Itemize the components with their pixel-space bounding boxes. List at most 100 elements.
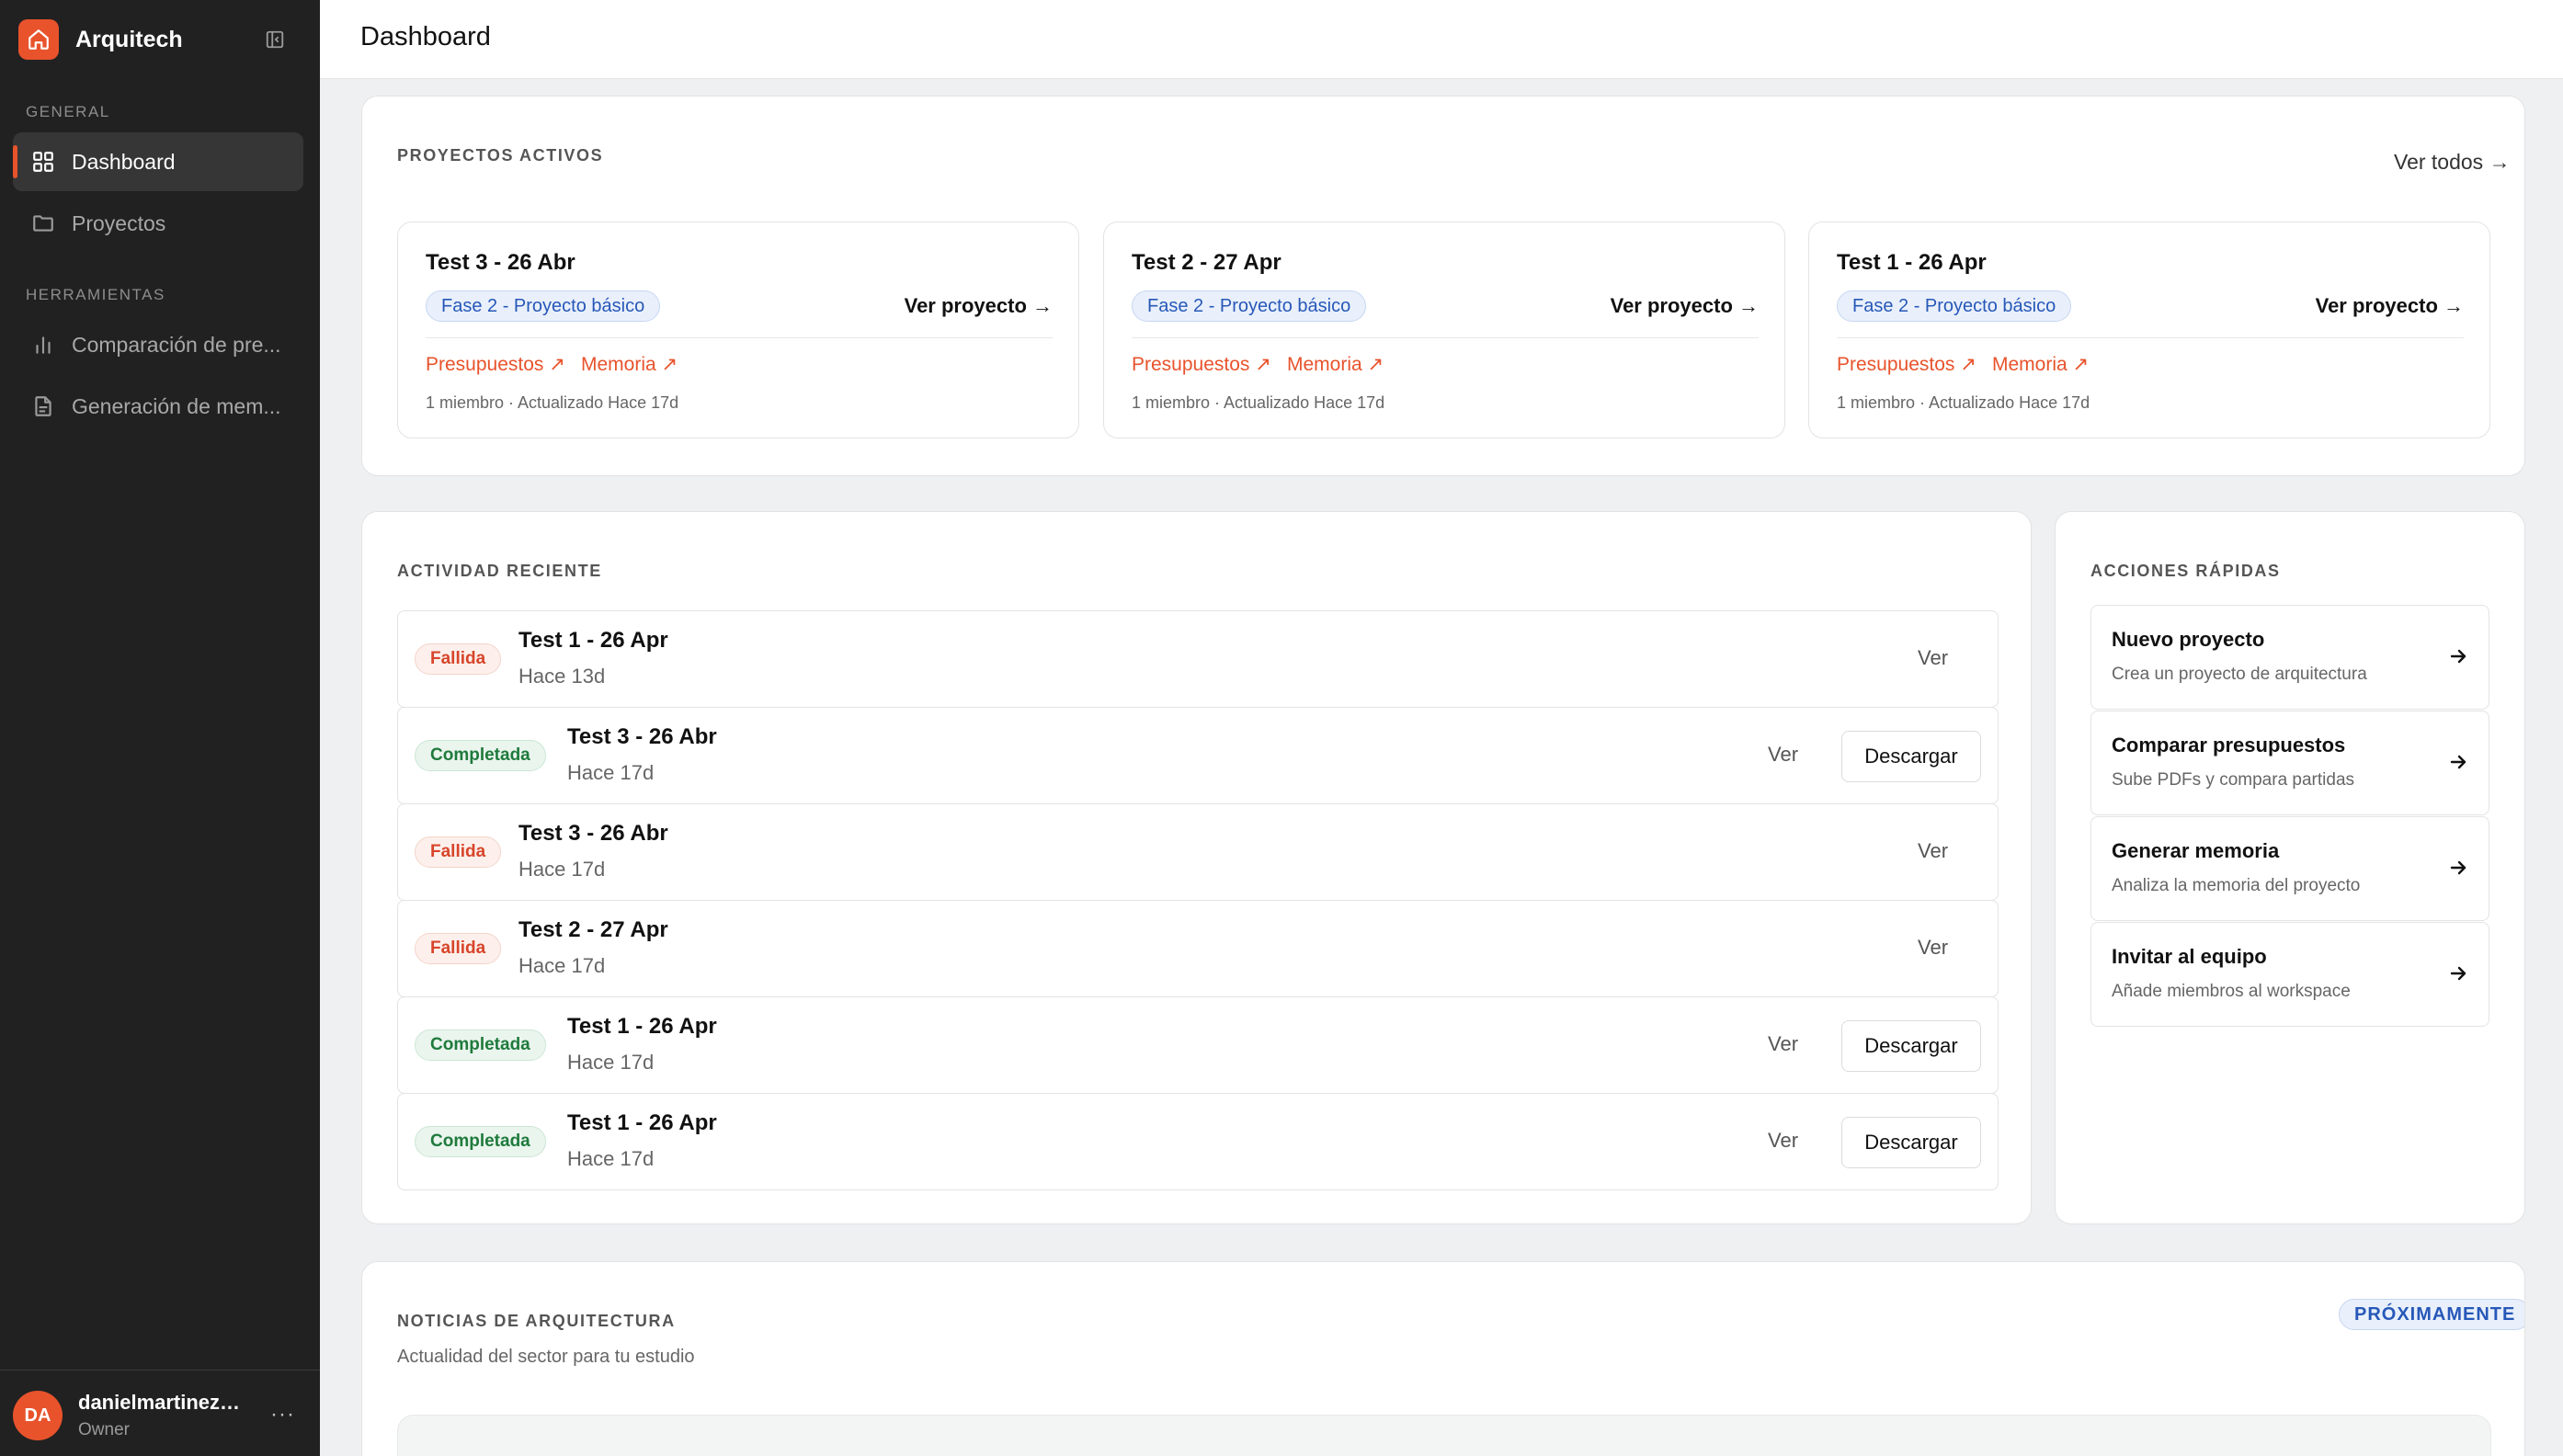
view-button[interactable]: Ver <box>1918 839 1948 863</box>
status-badge: Completada <box>415 740 546 771</box>
arrow-right-icon <box>2444 960 2472 987</box>
divider <box>1837 337 2464 338</box>
memory-link[interactable]: Memoria ↗ <box>1287 353 1384 376</box>
download-button[interactable]: Descargar <box>1841 731 1981 782</box>
divider <box>426 337 1053 338</box>
memory-link[interactable]: Memoria ↗ <box>581 353 678 376</box>
download-button[interactable]: Descargar <box>1841 1020 1981 1072</box>
news-placeholder <box>397 1415 2491 1456</box>
project-card[interactable]: Test 2 - 27 Apr Fase 2 - Proyecto básico… <box>1103 222 1785 438</box>
view-button[interactable]: Ver <box>1768 1129 1798 1153</box>
document-icon <box>29 392 57 420</box>
quick-action-desc: Crea un proyecto de arquitectura <box>2112 665 2367 684</box>
activity-row: Fallida Test 3 - 26 Abr Hace 17d Ver <box>397 803 1999 901</box>
user-role: Owner <box>78 1420 130 1439</box>
section-label-herramientas: HERRAMIENTAS <box>26 286 165 303</box>
activity-name: Test 2 - 27 Apr <box>518 917 668 942</box>
project-meta: 1 miembro · Actualizado Hace 17d <box>1837 393 2090 412</box>
news-subtitle: Actualidad del sector para tu estudio <box>397 1347 695 1367</box>
user-name: danielmartinezb... <box>78 1391 248 1414</box>
project-card[interactable]: Test 3 - 26 Abr Fase 2 - Proyecto básico… <box>397 222 1079 438</box>
activity-name: Test 1 - 26 Apr <box>567 1110 717 1135</box>
status-badge: Fallida <box>415 933 502 964</box>
folder-icon <box>29 210 57 237</box>
quick-action-invite-team[interactable]: Invitar al equipo Añade miembros al work… <box>2090 922 2489 1027</box>
arrow-right-icon <box>2444 643 2472 670</box>
sidebar-item-dashboard[interactable]: Dashboard <box>13 132 303 191</box>
quick-action-compare-budgets[interactable]: Comparar presupuestos Sube PDFs y compar… <box>2090 711 2489 815</box>
activity-name: Test 3 - 26 Abr <box>518 821 668 846</box>
activity-time: Hace 17d <box>567 1147 655 1170</box>
memory-link[interactable]: Memoria ↗ <box>1992 353 2089 376</box>
quick-action-desc: Analiza la memoria del proyecto <box>2112 876 2361 895</box>
activity-row: Fallida Test 1 - 26 Apr Hace 13d Ver <box>397 610 1999 708</box>
activity-row: Fallida Test 2 - 27 Apr Hace 17d Ver <box>397 900 1999 997</box>
activity-row: Completada Test 3 - 26 Abr Hace 17d Ver … <box>397 707 1999 804</box>
view-project-link[interactable]: Ver proyecto → <box>2316 294 2464 318</box>
activity-time: Hace 17d <box>567 761 655 784</box>
recent-activity-title: ACTIVIDAD RECIENTE <box>397 562 602 580</box>
page-title: Dashboard <box>360 22 491 51</box>
quick-action-desc: Sube PDFs y compara partidas <box>2112 770 2355 790</box>
sidebar-collapse-icon[interactable] <box>261 26 289 53</box>
activity-name: Test 1 - 26 Apr <box>567 1014 717 1039</box>
activity-name: Test 3 - 26 Abr <box>567 724 717 749</box>
arrow-right-icon <box>2444 748 2472 776</box>
quick-actions-title: ACCIONES RÁPIDAS <box>2090 562 2281 580</box>
bar-chart-icon <box>29 331 57 358</box>
view-button[interactable]: Ver <box>1768 743 1798 767</box>
budgets-link[interactable]: Presupuestos ↗ <box>426 353 565 376</box>
coming-soon-badge: PRÓXIMAMENTE <box>2339 1299 2524 1330</box>
news-card: NOTICIAS DE ARQUITECTURA PRÓXIMAMENTE Ac… <box>361 1261 2525 1456</box>
news-title: NOTICIAS DE ARQUITECTURA <box>397 1312 676 1330</box>
top-header: Dashboard <box>320 0 2563 79</box>
project-card[interactable]: Test 1 - 26 Apr Fase 2 - Proyecto básico… <box>1808 222 2490 438</box>
budgets-link[interactable]: Presupuestos ↗ <box>1837 353 1976 376</box>
download-button[interactable]: Descargar <box>1841 1117 1981 1168</box>
phase-badge: Fase 2 - Proyecto básico <box>1837 290 2072 322</box>
status-badge: Completada <box>415 1029 546 1061</box>
status-badge: Completada <box>415 1126 546 1157</box>
view-button[interactable]: Ver <box>1768 1032 1798 1056</box>
sidebar-item-proyectos[interactable]: Proyectos <box>13 194 303 253</box>
home-icon <box>18 19 59 60</box>
quick-action-generate-memory[interactable]: Generar memoria Analiza la memoria del p… <box>2090 816 2489 921</box>
sidebar-item-label: Dashboard <box>72 149 176 174</box>
status-badge: Fallida <box>415 643 502 675</box>
recent-activity-card: ACTIVIDAD RECIENTE Fallida Test 1 - 26 A… <box>361 511 2032 1224</box>
see-all-link[interactable]: Ver todos → <box>2394 150 2511 175</box>
activity-name: Test 1 - 26 Apr <box>518 628 668 653</box>
activity-row: Completada Test 1 - 26 Apr Hace 17d Ver … <box>397 996 1999 1094</box>
quick-action-title: Invitar al equipo <box>2112 945 2267 968</box>
quick-action-desc: Añade miembros al workspace <box>2112 982 2351 1001</box>
view-button[interactable]: Ver <box>1918 646 1948 670</box>
sidebar-item-comparacion[interactable]: Comparación de pre... <box>13 315 303 374</box>
phase-badge: Fase 2 - Proyecto básico <box>426 290 661 322</box>
quick-action-new-project[interactable]: Nuevo proyecto Crea un proyecto de arqui… <box>2090 605 2489 710</box>
activity-time: Hace 17d <box>518 954 606 977</box>
user-profile[interactable]: DA danielmartinezb... Owner ··· <box>0 1370 320 1456</box>
quick-action-title: Comparar presupuestos <box>2112 734 2346 756</box>
project-name: Test 3 - 26 Abr <box>426 250 575 275</box>
activity-time: Hace 17d <box>567 1051 655 1074</box>
project-name: Test 1 - 26 Apr <box>1837 250 1987 275</box>
brand[interactable]: Arquitech <box>18 18 183 61</box>
budgets-link[interactable]: Presupuestos ↗ <box>1132 353 1271 376</box>
status-badge: Fallida <box>415 836 502 868</box>
view-button[interactable]: Ver <box>1918 936 1948 960</box>
grid-icon <box>29 148 57 176</box>
activity-time: Hace 13d <box>518 665 606 688</box>
active-projects-card: PROYECTOS ACTIVOS Ver todos → Test 3 - 2… <box>361 96 2525 476</box>
view-project-link[interactable]: Ver proyecto → <box>1611 294 1759 318</box>
divider <box>1132 337 1759 338</box>
sidebar-item-label: Generación de mem... <box>72 393 281 418</box>
avatar: DA <box>13 1391 63 1440</box>
more-options-icon[interactable]: ··· <box>270 1402 295 1428</box>
project-name: Test 2 - 27 Apr <box>1132 250 1282 275</box>
sidebar-item-generacion[interactable]: Generación de mem... <box>13 377 303 436</box>
sidebar: Arquitech GENERAL Dashboard Proyectos HE… <box>0 0 320 1456</box>
project-meta: 1 miembro · Actualizado Hace 17d <box>426 393 679 412</box>
project-meta: 1 miembro · Actualizado Hace 17d <box>1132 393 1385 412</box>
view-project-link[interactable]: Ver proyecto → <box>905 294 1053 318</box>
sidebar-item-label: Proyectos <box>72 210 166 235</box>
